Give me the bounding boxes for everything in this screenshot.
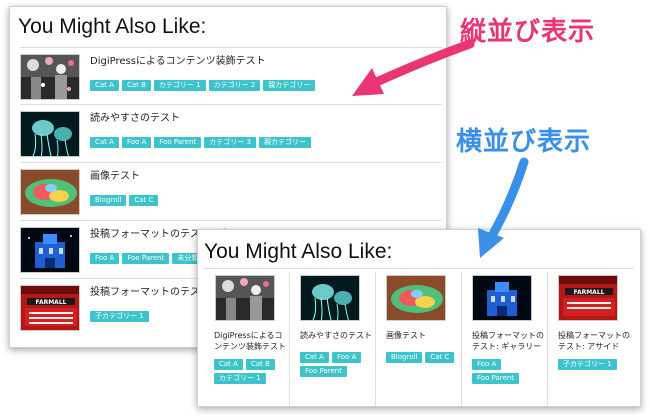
related-post-card[interactable]: 読みやすさのテスト Cat A Foo A Foo Parent bbox=[290, 272, 374, 406]
post-thumbnail[interactable] bbox=[20, 111, 80, 157]
post-thumbnail[interactable] bbox=[300, 275, 360, 321]
post-title-link[interactable]: 読みやすさのテスト bbox=[300, 330, 372, 341]
post-thumbnail[interactable] bbox=[386, 275, 446, 321]
related-post-row[interactable]: DigiPressによるコンテンツ装飾テスト Cat A Cat B カテゴリー 1… bbox=[20, 54, 442, 110]
tag-list: Blogroll Cat C bbox=[386, 352, 460, 366]
category-tag[interactable]: Cat A bbox=[90, 80, 119, 91]
category-tag[interactable]: Foo A bbox=[90, 253, 120, 264]
tag-list: Cat A Cat B カテゴリー 1 カテゴリー 2 親カテゴリー bbox=[90, 72, 318, 94]
related-post-card[interactable]: 投稿フォーマットのテスト: ギャラリー Foo A Foo Parent bbox=[462, 272, 546, 406]
post-thumbnail[interactable] bbox=[472, 275, 532, 321]
post-thumbnail[interactable] bbox=[20, 54, 80, 100]
category-tag[interactable]: カテゴリー 3 bbox=[204, 137, 256, 148]
post-thumbnail[interactable] bbox=[20, 169, 80, 215]
tag-list: 子カテゴリー 1 bbox=[558, 359, 632, 373]
category-tag[interactable]: Cat A bbox=[90, 137, 119, 148]
category-tag[interactable]: Blogroll bbox=[386, 352, 423, 363]
post-title-link[interactable]: DigiPressによるコンテンツ装飾テスト bbox=[214, 330, 286, 352]
post-title-link[interactable]: DigiPressによるコンテンツ装飾テスト bbox=[90, 52, 266, 67]
post-title-link[interactable]: 画像テスト bbox=[386, 330, 458, 341]
post-title-link[interactable]: 画像テスト bbox=[90, 167, 140, 182]
category-tag[interactable]: カテゴリー 1 bbox=[214, 373, 266, 384]
post-title-link[interactable]: 投稿フォーマットのテスト: ギャラリー bbox=[472, 330, 544, 352]
vertical-widget-title: You Might Also Like: bbox=[18, 15, 207, 38]
title-divider bbox=[20, 47, 442, 48]
related-post-card[interactable]: FARMALL 投稿フォーマットのテスト: アサイド 子カテゴリー 1 bbox=[548, 272, 632, 406]
related-post-row[interactable]: 読みやすさのテスト Cat A Foo A Foo Parent カテゴリー 3 親カテ… bbox=[20, 111, 442, 167]
post-thumbnail[interactable]: FARMALL bbox=[20, 285, 80, 331]
category-tag[interactable]: 親カテゴリー bbox=[263, 80, 316, 91]
row-divider bbox=[20, 104, 442, 105]
category-tag[interactable]: Cat B bbox=[245, 359, 275, 370]
related-posts-horizontal-panel: You Might Also Like: DigiPressによるコンテンツ装飾… bbox=[197, 229, 641, 407]
tag-list: Blogroll Cat C bbox=[90, 187, 161, 209]
category-tag[interactable]: Cat C bbox=[425, 352, 455, 363]
horizontal-widget-title: You Might Also Like: bbox=[204, 240, 393, 263]
category-tag[interactable]: Cat C bbox=[129, 195, 159, 206]
related-post-card[interactable]: 画像テスト Blogroll Cat C bbox=[376, 272, 460, 406]
category-tag[interactable]: カテゴリー 2 bbox=[208, 80, 261, 91]
post-thumbnail[interactable]: FARMALL bbox=[558, 275, 618, 321]
category-tag[interactable]: 子カテゴリー 1 bbox=[558, 359, 617, 370]
post-title-link[interactable]: 投稿フォーマットのテスト: アサイド bbox=[558, 330, 630, 352]
tag-list: Cat A Foo A Foo Parent bbox=[300, 352, 374, 380]
category-tag[interactable]: Foo A bbox=[472, 359, 502, 370]
category-tag[interactable]: Foo Parent bbox=[300, 366, 347, 377]
category-tag[interactable]: Blogroll bbox=[90, 195, 127, 206]
tag-list: Cat A Foo A Foo Parent カテゴリー 3 親カテゴリー bbox=[90, 129, 314, 151]
post-title-link[interactable]: 読みやすさのテスト bbox=[90, 109, 180, 124]
horizontal-layout-annotation: 横並び表示 bbox=[456, 127, 592, 157]
category-tag[interactable]: Foo A bbox=[121, 137, 152, 148]
tag-list: 子カテゴリー 1 bbox=[90, 303, 152, 325]
related-post-card[interactable]: DigiPressによるコンテンツ装飾テスト Cat A Cat B カテゴリー 1 bbox=[204, 272, 288, 406]
category-tag[interactable]: Foo Parent bbox=[122, 253, 170, 264]
category-tag[interactable]: 親カテゴリー bbox=[258, 137, 311, 148]
category-tag[interactable]: Cat B bbox=[121, 80, 151, 91]
category-tag[interactable]: Foo Parent bbox=[472, 373, 519, 384]
row-divider bbox=[20, 162, 442, 163]
category-tag[interactable]: 子カテゴリー 1 bbox=[90, 311, 149, 322]
category-tag[interactable]: Foo A bbox=[331, 352, 362, 363]
tag-list: Foo A Foo Parent 未分類 bbox=[90, 245, 206, 267]
title-divider bbox=[204, 268, 634, 269]
post-thumbnail[interactable] bbox=[215, 275, 275, 321]
svg-text:FARMALL: FARMALL bbox=[574, 289, 605, 296]
category-tag[interactable]: Cat A bbox=[214, 359, 243, 370]
svg-text:FARMALL: FARMALL bbox=[36, 299, 67, 306]
category-tag[interactable]: カテゴリー 1 bbox=[153, 80, 206, 91]
vertical-layout-annotation: 縦並び表示 bbox=[460, 17, 596, 47]
category-tag[interactable]: Foo Parent bbox=[154, 137, 202, 148]
tag-list: Foo A Foo Parent bbox=[472, 359, 546, 387]
row-divider bbox=[20, 220, 442, 221]
tag-list: Cat A Cat B カテゴリー 1 bbox=[214, 359, 288, 387]
category-tag[interactable]: Cat A bbox=[300, 352, 329, 363]
related-post-row[interactable]: 画像テスト Blogroll Cat C bbox=[20, 169, 442, 225]
post-thumbnail[interactable] bbox=[20, 227, 80, 273]
